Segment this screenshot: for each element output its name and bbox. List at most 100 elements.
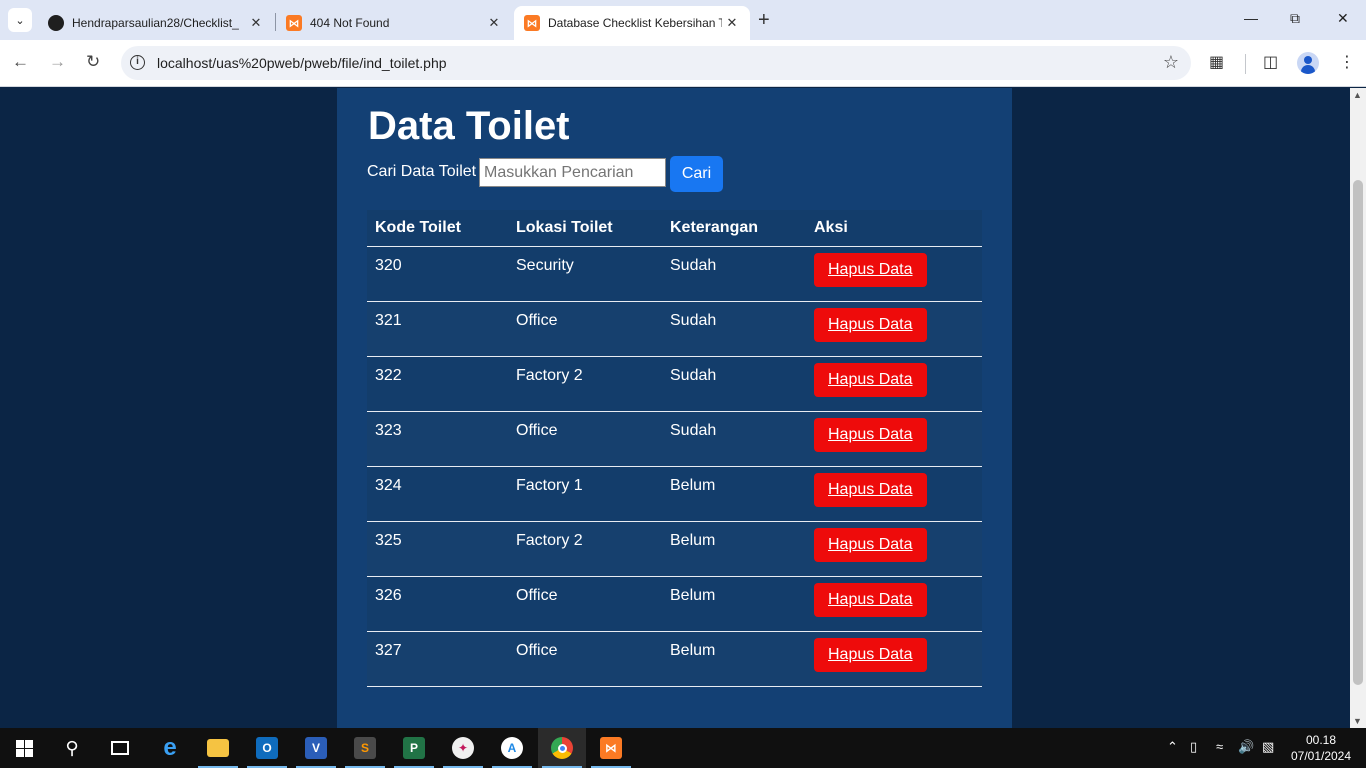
app-a-icon: A [501,737,523,759]
taskbar-visio[interactable]: V [292,728,340,768]
taskbar-app-a[interactable]: A [488,728,536,768]
cell-keterangan: Sudah [662,356,806,412]
cell-lokasi: Office [508,576,662,632]
tab-search-button[interactable]: ⌄ [8,8,32,32]
taskbar-edge[interactable]: e [146,728,194,768]
system-clock[interactable]: 00.18 07/01/2024 [1286,732,1356,764]
search-label: Cari Data Toilet [367,163,477,180]
bookmark-star-icon[interactable]: ☆ [1163,52,1179,73]
table-row: 325 Factory 2 Belum Hapus Data [367,521,982,577]
address-bar[interactable]: i localhost/uas%20pweb/pweb/file/ind_toi… [121,46,1191,80]
taskbar-sublime[interactable]: S [341,728,389,768]
ime-keyboard-icon[interactable]: ▧ [1262,739,1274,755]
extensions-icon[interactable]: ▦ [1209,52,1224,72]
hapus-data-button[interactable]: Hapus Data [814,637,927,672]
info-icon[interactable]: i [130,55,145,70]
scrollbar-thumb[interactable] [1353,180,1363,685]
cell-aksi: Hapus Data [806,521,982,577]
taskbar-project[interactable]: P [390,728,438,768]
cell-keterangan: Belum [662,576,806,632]
chrome-icon [551,737,573,759]
hapus-data-button[interactable]: Hapus Data [814,362,927,397]
menu-kebab-icon[interactable]: ⋮ [1339,52,1355,72]
wifi-icon[interactable]: ≈ [1216,739,1223,754]
chevron-down-icon: ⌄ [15,14,25,27]
cell-aksi: Hapus Data [806,301,982,357]
tray-chevron-up-icon[interactable]: ⌃ [1167,739,1178,755]
restore-icon[interactable]: ⧉ [1290,10,1300,27]
task-view-button[interactable] [96,728,144,768]
taskbar-xampp[interactable]: ⋈ [587,728,635,768]
back-arrow-icon[interactable]: ← [12,52,29,72]
scroll-up-arrow-icon[interactable]: ▲ [1353,90,1362,100]
volume-icon[interactable]: 🔊 [1238,739,1254,755]
tab-github[interactable]: Hendraparsaulian28/Checklist_ ✕ [38,6,274,40]
edge-icon: e [163,734,177,761]
cell-lokasi: Factory 1 [508,466,662,522]
close-icon[interactable]: ✕ [722,15,742,31]
minimize-icon[interactable]: — [1244,10,1258,26]
cell-kode: 325 [367,521,508,577]
header-lokasi-toilet: Lokasi Toilet [508,210,662,247]
search-button[interactable]: Cari [670,156,723,192]
cell-lokasi: Office [508,411,662,467]
toolbar-divider [1245,54,1246,74]
battery-icon[interactable]: ▯ [1190,739,1197,755]
toilet-table: Kode Toilet Lokasi Toilet Keterangan Aks… [367,210,982,687]
cell-keterangan: Sudah [662,246,806,302]
close-icon[interactable]: ✕ [484,15,504,31]
table-row: 320 Security Sudah Hapus Data [367,246,982,302]
taskbar-file-explorer[interactable] [194,728,242,768]
page-viewport: Data Toilet Cari Data Toilet Cari Kode T… [0,88,1350,728]
table-header-row: Kode Toilet Lokasi Toilet Keterangan Aks… [367,210,982,247]
hapus-data-button[interactable]: Hapus Data [814,527,927,562]
cell-kode: 324 [367,466,508,522]
profile-avatar[interactable] [1297,52,1319,74]
close-window-icon[interactable]: ✕ [1337,10,1349,27]
folder-icon [207,739,229,757]
hapus-data-button[interactable]: Hapus Data [814,582,927,617]
taskbar-chrome[interactable] [538,728,586,768]
browser-toolbar: ← → ↻ i localhost/uas%20pweb/pweb/file/i… [0,40,1366,87]
cell-aksi: Hapus Data [806,411,982,467]
hapus-data-button[interactable]: Hapus Data [814,252,927,287]
hapus-data-button[interactable]: Hapus Data [814,417,927,452]
cell-aksi: Hapus Data [806,576,982,632]
taskbar-paint[interactable]: ✦ [439,728,487,768]
hapus-data-button[interactable]: Hapus Data [814,307,927,342]
cell-kode: 327 [367,631,508,687]
start-button[interactable] [0,728,48,768]
cell-kode: 323 [367,411,508,467]
tab-404[interactable]: ⋈ 404 Not Found ✕ [276,6,512,40]
xampp-icon: ⋈ [524,15,540,31]
content-panel: Data Toilet Cari Data Toilet Cari Kode T… [337,88,1012,728]
search-input[interactable] [479,158,666,187]
header-kode-toilet: Kode Toilet [367,210,508,247]
cell-lokasi: Factory 2 [508,356,662,412]
clock-time: 00.18 [1305,733,1337,747]
taskbar-search-button[interactable]: ⚲ [48,728,96,768]
page-title: Data Toilet [368,104,570,148]
url-text[interactable]: localhost/uas%20pweb/pweb/file/ind_toile… [157,55,447,71]
vertical-scrollbar[interactable]: ▲ ▼ [1350,88,1366,728]
cell-aksi: Hapus Data [806,356,982,412]
scroll-down-arrow-icon[interactable]: ▼ [1353,716,1362,726]
forward-arrow-icon[interactable]: → [49,52,66,72]
tab-database-checklist[interactable]: ⋈ Database Checklist Kebersihan T ✕ [514,6,750,40]
cell-kode: 326 [367,576,508,632]
cell-lokasi: Factory 2 [508,521,662,577]
paint-icon: ✦ [452,737,474,759]
windows-taskbar: ⚲ e O V S P ✦ A ⋈ ⌃ ▯ ≈ 🔊 ▧ 00.18 07/01/… [0,728,1366,768]
cell-keterangan: Belum [662,466,806,522]
xampp-icon: ⋈ [286,15,302,31]
table-row: 324 Factory 1 Belum Hapus Data [367,466,982,522]
reload-icon[interactable]: ↻ [86,52,100,72]
side-panel-icon[interactable]: ◫ [1263,52,1278,72]
taskbar-outlook[interactable]: O [243,728,291,768]
close-icon[interactable]: ✕ [246,15,266,31]
new-tab-button[interactable]: + [758,10,770,30]
cell-lokasi: Office [508,631,662,687]
table-row: 326 Office Belum Hapus Data [367,576,982,632]
github-icon [48,15,64,31]
hapus-data-button[interactable]: Hapus Data [814,472,927,507]
